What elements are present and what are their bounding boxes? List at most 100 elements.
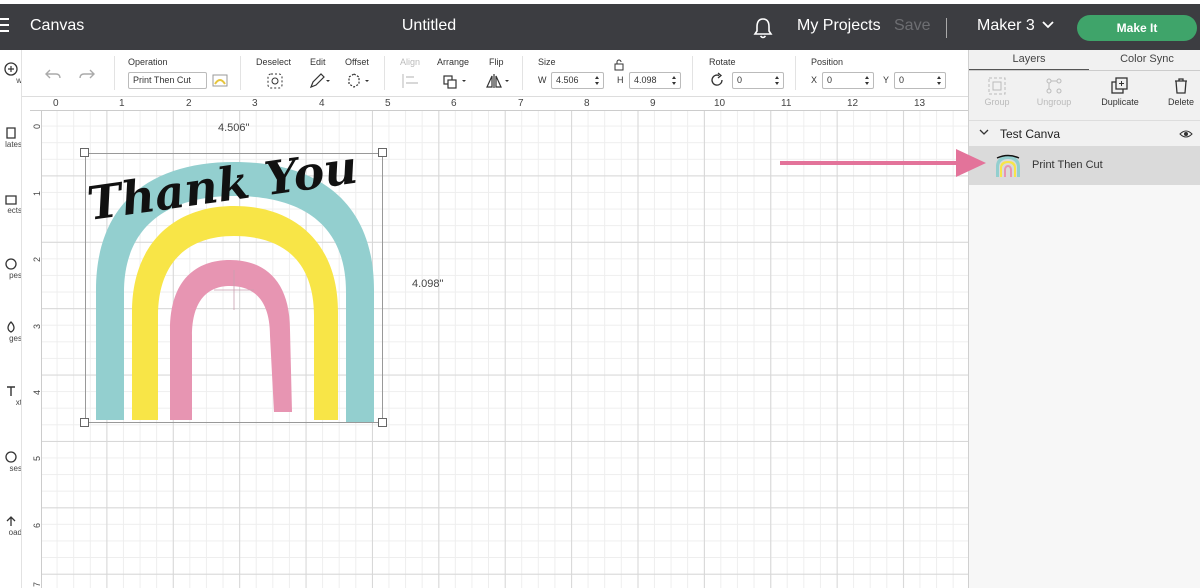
resize-handle[interactable] [80, 418, 89, 427]
nav-shapes[interactable]: pes [0, 257, 22, 280]
bell-icon[interactable] [752, 16, 774, 40]
flip-label: Flip [489, 57, 504, 67]
panel-tabs: Layers Color Sync [969, 50, 1200, 71]
new-icon [4, 62, 18, 76]
x-stepper-icon[interactable] [863, 72, 871, 89]
toolbar-divider [384, 56, 385, 90]
nav-projects[interactable]: ects [0, 192, 21, 215]
nav-phrases[interactable]: ses [0, 450, 21, 473]
ruler-tick: 5 [32, 455, 42, 461]
make-it-button[interactable]: Make It [1077, 15, 1197, 41]
height-stepper-icon[interactable] [670, 72, 678, 89]
layers-panel: Layers Color Sync Group Ungroup Duplicat… [968, 50, 1200, 588]
ruler-tick: 12 [847, 98, 859, 109]
resize-handle[interactable] [378, 148, 387, 157]
position-label: Position [811, 57, 844, 67]
ruler-tick: 5 [385, 98, 391, 109]
text-icon [7, 386, 15, 396]
nav-label: pes [9, 271, 22, 280]
delete-label: Delete [1167, 97, 1194, 107]
machine-selector[interactable]: Maker 3 [977, 17, 1035, 35]
ruler-tick: 0 [53, 98, 59, 109]
tab-color-sync[interactable]: Color Sync [1089, 53, 1200, 65]
align-icon[interactable] [400, 72, 426, 90]
ruler-tick: 10 [714, 98, 726, 109]
resize-handle[interactable] [378, 418, 387, 427]
height-label: H [617, 75, 624, 85]
layer-row[interactable]: Print Then Cut [969, 146, 1200, 186]
operation-select[interactable]: Print Then Cut [128, 72, 207, 89]
chevron-down-icon[interactable] [1042, 21, 1054, 29]
layer-group-row[interactable]: Test Canva [969, 120, 1200, 146]
toolbar-divider [692, 56, 693, 90]
toolbar-divider [114, 56, 115, 90]
group-icon [988, 77, 1006, 95]
top-header: Canvas Untitled My Projects Save Maker 3… [0, 0, 1200, 54]
width-dimension-label: 4.506" [218, 122, 250, 134]
nav-templates[interactable]: lates [0, 126, 22, 149]
ungroup-button[interactable]: Ungroup [1026, 77, 1082, 107]
save-button[interactable]: Save [894, 17, 930, 35]
duplicate-icon [1111, 77, 1128, 94]
deselect-icon[interactable] [266, 72, 284, 90]
nav-upload[interactable]: oad [0, 514, 22, 537]
lock-icon[interactable] [613, 59, 625, 71]
left-navigation: w lates ects pes ges xt ses oad [0, 50, 22, 588]
width-stepper-icon[interactable] [593, 72, 601, 89]
width-label: W [538, 75, 547, 85]
images-icon [7, 321, 15, 333]
ruler-tick: 0 [32, 123, 42, 129]
ruler-tick: 3 [252, 98, 258, 109]
nav-label: lates [5, 140, 22, 149]
offset-icon[interactable] [345, 72, 371, 90]
flip-icon[interactable] [485, 72, 513, 90]
ruler-tick: 3 [32, 323, 42, 329]
horizontal-ruler: 0 1 2 3 4 5 6 7 8 9 10 11 12 13 [30, 97, 968, 111]
templates-icon [6, 127, 16, 139]
eye-icon[interactable] [1179, 129, 1193, 139]
selection-box[interactable] [85, 153, 383, 423]
print-icon[interactable] [212, 72, 228, 88]
ruler-tick: 4 [32, 389, 42, 395]
y-label: Y [883, 75, 890, 85]
shapes-icon [5, 258, 17, 270]
nav-images[interactable]: ges [0, 320, 22, 343]
resize-handle[interactable] [80, 148, 89, 157]
ruler-tick: 2 [32, 256, 42, 262]
y-stepper-icon[interactable] [935, 72, 943, 89]
my-projects-link[interactable]: My Projects [797, 17, 881, 35]
redo-icon[interactable] [78, 67, 96, 81]
operation-label: Operation [128, 57, 168, 67]
undo-icon[interactable] [44, 67, 62, 81]
size-label: Size [538, 57, 556, 67]
duplicate-button[interactable]: Duplicate [1092, 77, 1148, 107]
toolbar-divider [522, 56, 523, 90]
document-title[interactable]: Untitled [0, 17, 858, 35]
tab-layers[interactable]: Layers [971, 53, 1087, 65]
edit-pencil-icon[interactable] [308, 72, 330, 90]
arrange-label: Arrange [437, 57, 470, 67]
annotation-arrow [780, 149, 986, 177]
delete-button[interactable]: Delete [1153, 77, 1200, 107]
offset-label: Offset [345, 57, 369, 67]
arrange-icon[interactable] [442, 72, 470, 90]
nav-new[interactable]: w [0, 62, 21, 85]
deselect-label: Deselect [256, 57, 292, 67]
ruler-tick: 1 [119, 98, 125, 109]
projects-icon [5, 195, 17, 205]
nav-label: ges [9, 334, 22, 343]
ruler-tick: 13 [914, 98, 926, 109]
group-button[interactable]: Group [969, 77, 1025, 107]
chevron-down-icon[interactable] [979, 127, 989, 137]
duplicate-label: Duplicate [1101, 97, 1139, 107]
ruler-tick: 7 [32, 581, 42, 587]
height-dimension-label: 4.098" [412, 278, 444, 290]
ruler-tick: 9 [650, 98, 656, 109]
ruler-tick: 6 [451, 98, 457, 109]
align-label: Align [400, 57, 421, 67]
nav-label: oad [8, 528, 22, 537]
ruler-tick: 7 [518, 98, 524, 109]
rotate-icon[interactable] [709, 72, 725, 88]
nav-text[interactable]: xt [0, 384, 21, 407]
rotate-stepper-icon[interactable] [773, 72, 781, 89]
